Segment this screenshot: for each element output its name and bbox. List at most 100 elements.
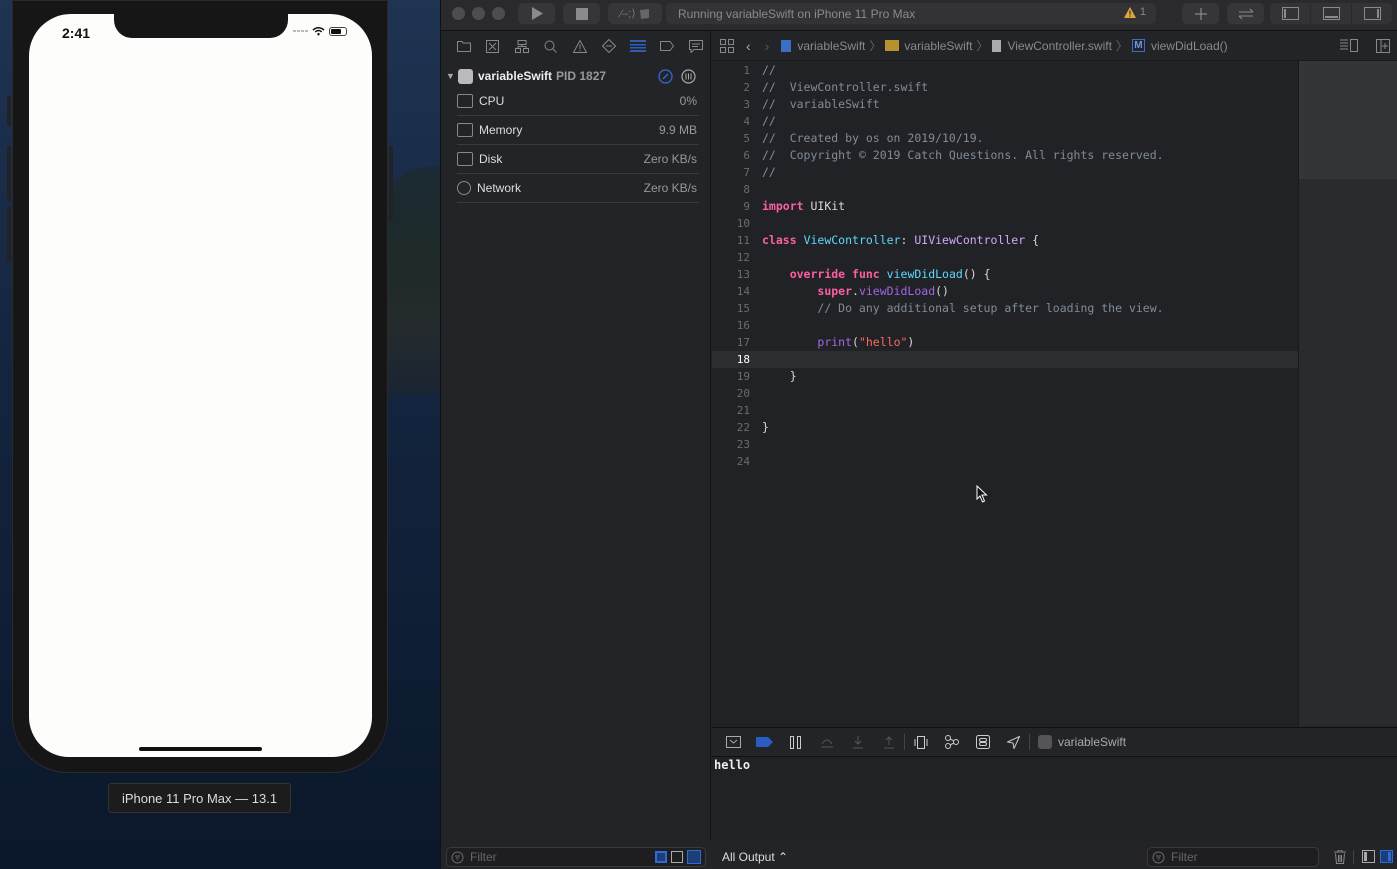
code-line[interactable]: 15 // Do any additional setup after load… — [712, 300, 1298, 317]
debug-target-name[interactable]: variableSwift — [1058, 735, 1126, 749]
symbol-navigator-tab[interactable] — [507, 31, 536, 61]
gauge-network[interactable]: Network Zero KB/s — [457, 174, 699, 203]
minimap-visible-region[interactable] — [1299, 61, 1397, 179]
line-number[interactable]: 16 — [712, 317, 750, 334]
filter-toggle-a-icon[interactable] — [655, 851, 667, 863]
line-number[interactable]: 11 — [712, 232, 750, 249]
code-line[interactable]: 13 override func viewDidLoad() { — [712, 266, 1298, 283]
home-indicator[interactable] — [139, 747, 262, 751]
line-number[interactable]: 8 — [712, 181, 750, 198]
add-editor-icon[interactable] — [1376, 38, 1390, 53]
line-number[interactable]: 23 — [712, 436, 750, 453]
line-number[interactable]: 19 — [712, 368, 750, 385]
console-filter-field[interactable]: Filter — [1147, 847, 1319, 867]
filter-toggle-b-icon[interactable] — [671, 851, 683, 863]
simulate-location-button[interactable] — [998, 728, 1029, 756]
source-control-navigator-tab[interactable] — [478, 31, 507, 61]
test-navigator-tab[interactable] — [594, 31, 623, 61]
toggle-inspector-button[interactable] — [1352, 3, 1392, 24]
view-hierarchy-button[interactable] — [905, 728, 936, 756]
simulator-screen[interactable]: 2:41 — [29, 14, 372, 757]
code-line[interactable]: 19 } — [712, 368, 1298, 385]
debug-navigator-tab[interactable] — [623, 31, 652, 61]
line-number[interactable]: 18 — [712, 351, 750, 368]
code-line[interactable]: 21 — [712, 402, 1298, 419]
code-line[interactable]: 3 // variableSwift — [712, 96, 1298, 113]
related-items-icon[interactable] — [720, 38, 734, 53]
line-number[interactable]: 7 — [712, 164, 750, 181]
code-line[interactable]: 12 — [712, 249, 1298, 266]
step-out-button[interactable] — [873, 728, 904, 756]
minimap[interactable] — [1298, 61, 1397, 726]
code-line[interactable]: 22} — [712, 419, 1298, 436]
zoom-window-button[interactable] — [492, 7, 505, 20]
show-variables-view-icon[interactable] — [1362, 850, 1375, 863]
toggle-navigator-button[interactable] — [1270, 3, 1311, 24]
line-number[interactable]: 20 — [712, 385, 750, 402]
line-number[interactable]: 5 — [712, 130, 750, 147]
forward-arrow-icon[interactable]: › — [765, 38, 770, 54]
line-number[interactable]: 2 — [712, 79, 750, 96]
pause-button[interactable] — [780, 728, 811, 756]
line-number[interactable]: 15 — [712, 300, 750, 317]
environment-overrides-button[interactable] — [967, 728, 998, 756]
code-line[interactable]: 14 super.viewDidLoad() — [712, 283, 1298, 300]
show-console-view-icon[interactable] — [1380, 850, 1393, 863]
code-line[interactable]: 18 — [712, 351, 1298, 368]
line-number[interactable]: 3 — [712, 96, 750, 113]
code-line[interactable]: 5 // Created by os on 2019/10/19. — [712, 130, 1298, 147]
editor-options-icon[interactable] — [1340, 39, 1358, 52]
gauge-cpu[interactable]: CPU 0% — [457, 87, 699, 116]
output-selector[interactable]: All Output ⌃ — [722, 850, 788, 864]
line-number[interactable]: 22 — [712, 419, 750, 436]
library-button[interactable] — [1182, 3, 1219, 24]
breadcrumb-project[interactable]: variableSwift — [797, 39, 865, 53]
report-navigator-tab[interactable] — [681, 31, 710, 61]
breakpoint-navigator-tab[interactable] — [652, 31, 681, 61]
trash-icon[interactable] — [1334, 850, 1346, 864]
project-navigator-tab[interactable] — [449, 31, 478, 61]
minimize-window-button[interactable] — [472, 7, 485, 20]
code-line[interactable]: 24 — [712, 453, 1298, 470]
line-number[interactable]: 24 — [712, 453, 750, 470]
find-navigator-tab[interactable] — [536, 31, 565, 61]
breadcrumb-group[interactable]: variableSwift — [904, 39, 972, 53]
code-line[interactable]: 7 // — [712, 164, 1298, 181]
code-review-button[interactable] — [1227, 3, 1264, 24]
toggle-debug-area-button[interactable] — [1311, 3, 1352, 24]
issue-navigator-tab[interactable] — [565, 31, 594, 61]
code-line[interactable]: 23 — [712, 436, 1298, 453]
line-number[interactable]: 17 — [712, 334, 750, 351]
code-line[interactable]: 11 class ViewController: UIViewController… — [712, 232, 1298, 249]
memory-graph-button[interactable] — [936, 728, 967, 756]
run-button[interactable] — [518, 3, 555, 24]
step-over-button[interactable] — [811, 728, 842, 756]
line-number[interactable]: 10 — [712, 215, 750, 232]
line-number[interactable]: 9 — [712, 198, 750, 215]
code-line[interactable]: 1 // — [712, 62, 1298, 79]
gauge-memory[interactable]: Memory 9.9 MB — [457, 116, 699, 145]
breadcrumb-file[interactable]: ViewController.swift — [1007, 39, 1111, 53]
line-number[interactable]: 12 — [712, 249, 750, 266]
line-number[interactable]: 21 — [712, 402, 750, 419]
step-into-button[interactable] — [842, 728, 873, 756]
console-output[interactable]: hello — [712, 757, 1397, 841]
line-number[interactable]: 14 — [712, 283, 750, 300]
code-line[interactable]: 16 — [712, 317, 1298, 334]
filter-toggle-c-icon[interactable] — [687, 850, 701, 864]
breakpoints-toggle-button[interactable] — [749, 728, 780, 756]
navigator-filter-field[interactable]: Filter — [446, 847, 706, 867]
breadcrumb-method[interactable]: viewDidLoad() — [1151, 39, 1228, 53]
scheme-selector[interactable]: ⁄‒;⟩ — [608, 3, 662, 24]
code-line[interactable]: 9 import UIKit — [712, 198, 1298, 215]
close-window-button[interactable] — [452, 7, 465, 20]
code-line[interactable]: 10 — [712, 215, 1298, 232]
line-number[interactable]: 4 — [712, 113, 750, 130]
code-line[interactable]: 17 print("hello") — [712, 334, 1298, 351]
pause-process-icon[interactable] — [681, 68, 696, 84]
gauge-disk[interactable]: Disk Zero KB/s — [457, 145, 699, 174]
code-line[interactable]: 8 — [712, 181, 1298, 198]
warning-indicator[interactable]: 1 — [1123, 6, 1146, 18]
source-editor[interactable]: 1 // 2 // ViewController.swift 3 // variableS… — [712, 61, 1298, 726]
back-arrow-icon[interactable]: ‹ — [746, 38, 751, 54]
